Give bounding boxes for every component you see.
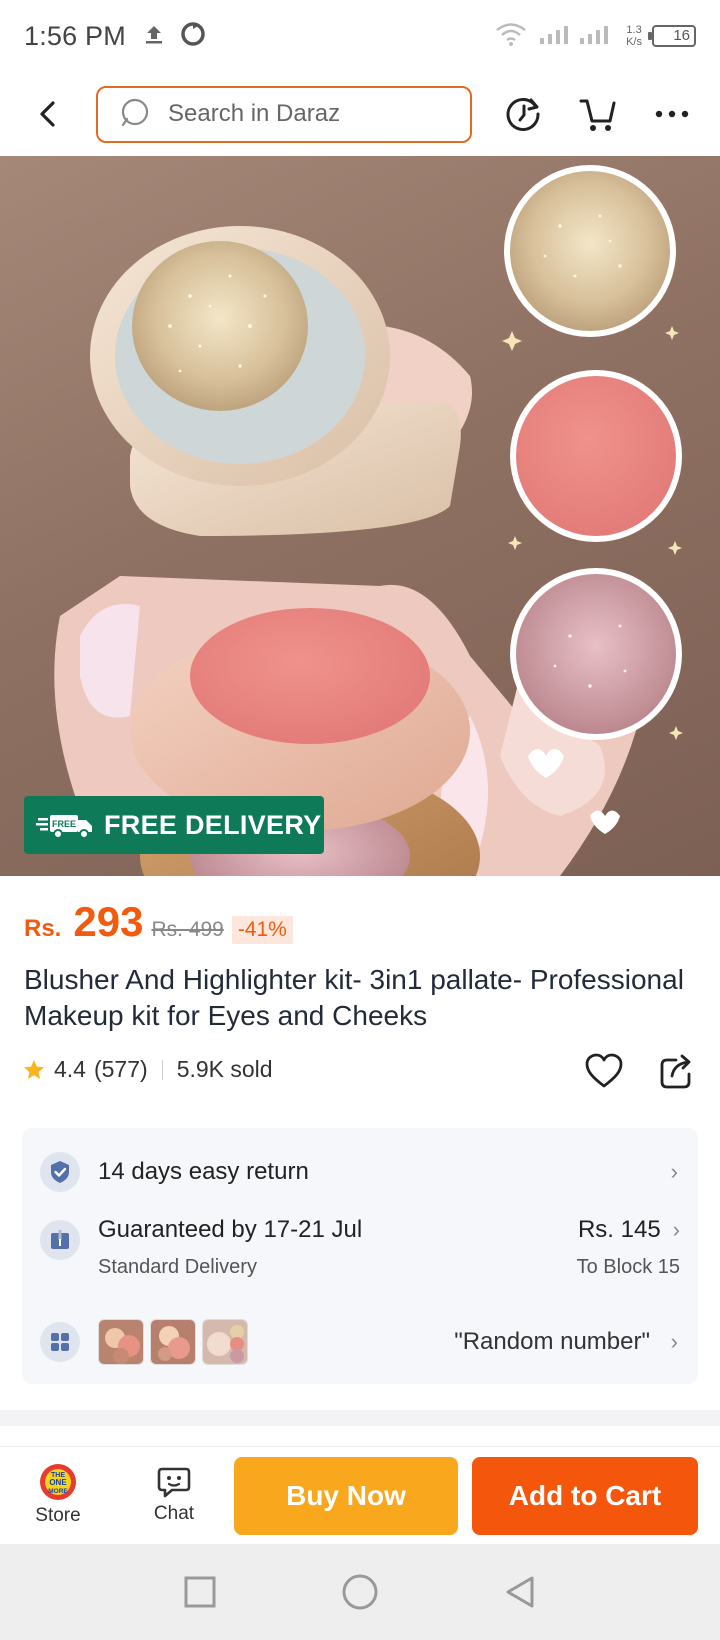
share-button[interactable]	[658, 1052, 694, 1095]
svg-text:MORE: MORE	[48, 1488, 68, 1495]
home-button[interactable]	[338, 1570, 382, 1614]
square-icon	[184, 1576, 216, 1608]
store-logo-icon: THE ONE MORE	[40, 1463, 76, 1500]
product-image[interactable]: FREE FREE DELIVERY	[0, 156, 720, 876]
discount-badge: -41%	[231, 916, 293, 944]
history-icon	[506, 98, 540, 131]
recent-apps-button[interactable]	[178, 1570, 222, 1614]
battery-icon: 16	[648, 25, 696, 47]
chat-label: Chat	[153, 1502, 195, 1524]
free-delivery-badge: FREE FREE DELIVERY	[24, 796, 324, 854]
net-speed: 1.3 K/s	[626, 24, 642, 48]
product-actions	[584, 1052, 694, 1095]
returns-text: 14 days easy return	[98, 1158, 309, 1185]
variant-thumbnail[interactable]	[202, 1319, 248, 1365]
top-nav: Search in Daraz	[0, 72, 720, 156]
search-placeholder: Search in Daraz	[168, 100, 341, 127]
variant-label: "Random number"	[454, 1328, 650, 1355]
more-dots-icon	[655, 110, 689, 118]
search-input[interactable]: Search in Daraz	[96, 85, 472, 143]
add-to-cart-button[interactable]: Add to Cart	[472, 1457, 698, 1535]
delivery-row[interactable]: Guaranteed by 17-21 Jul Standard Deliver…	[22, 1216, 698, 1310]
grid-icon	[40, 1322, 80, 1362]
variant-thumbnail[interactable]	[150, 1319, 196, 1365]
review-count: (577)	[93, 1056, 148, 1082]
signal-icon	[538, 22, 616, 51]
chevron-right-icon: ›	[670, 1159, 678, 1184]
search-icon	[121, 98, 149, 127]
delivery-guarantee: Guaranteed by 17-21 Jul	[98, 1216, 363, 1243]
rating-row[interactable]: 4.4 (577) 5.9K sold	[22, 1056, 273, 1083]
chat-icon	[157, 1467, 191, 1497]
system-back-button[interactable]	[498, 1570, 542, 1614]
svg-text:ONE: ONE	[49, 1478, 67, 1487]
rating-value: 4.4	[54, 1056, 86, 1082]
service-info-card: 14 days easy return › Guaranteed by 17-2…	[22, 1128, 698, 1384]
cart-button[interactable]	[578, 94, 618, 134]
chat-button[interactable]: Chat	[116, 1465, 232, 1525]
shield-check-icon	[40, 1152, 80, 1192]
wishlist-button[interactable]	[584, 1052, 624, 1095]
product-photo-illustration	[54, 165, 683, 876]
section-divider	[0, 1410, 720, 1426]
bottom-action-bar: THE ONE MORE Store Chat Buy Now Add to C…	[0, 1446, 720, 1542]
original-price: Rs. 499	[151, 918, 224, 941]
free-tag-text: FREE	[52, 819, 76, 829]
back-arrow-icon	[40, 101, 55, 127]
star-icon	[24, 1059, 44, 1079]
history-button[interactable]	[504, 94, 544, 134]
delivery-box-icon	[40, 1220, 80, 1260]
triangle-back-icon	[506, 1576, 534, 1608]
sync-icon	[180, 21, 206, 52]
status-time: 1:56 PM	[24, 20, 126, 51]
delivery-price: Rs. 145	[577, 1216, 661, 1243]
store-label: Store	[35, 1504, 81, 1526]
variant-thumbnail[interactable]	[98, 1319, 144, 1365]
circle-icon	[342, 1574, 378, 1610]
back-button[interactable]	[30, 94, 66, 134]
delivery-type: Standard Delivery	[98, 1256, 257, 1278]
net-speed-value: 1.3	[626, 24, 642, 36]
share-icon	[660, 1054, 691, 1089]
system-navigation-bar	[0, 1544, 720, 1640]
cart-icon	[579, 99, 616, 131]
free-delivery-text: FREE DELIVERY	[104, 809, 322, 840]
net-speed-unit: K/s	[626, 36, 642, 48]
more-button[interactable]	[652, 94, 692, 134]
store-button[interactable]: THE ONE MORE Store	[0, 1463, 116, 1527]
current-price: 293	[73, 898, 144, 945]
variant-row[interactable]: "Random number" ›	[22, 1314, 698, 1370]
product-title: Blusher And Highlighter kit- 3in1 pallat…	[24, 964, 684, 1031]
returns-row[interactable]: 14 days easy return ›	[22, 1146, 698, 1198]
price-row: Rs. 293 Rs. 499 -41%	[24, 898, 293, 946]
sold-count: 5.9K sold	[176, 1056, 273, 1082]
chevron-right-icon: ›	[670, 1329, 678, 1354]
variant-thumbnails	[98, 1319, 248, 1365]
rating-divider	[161, 1059, 163, 1080]
buy-now-button[interactable]: Buy Now	[234, 1457, 458, 1535]
delivery-truck-icon: FREE	[36, 815, 92, 839]
heart-icon	[585, 1053, 623, 1088]
price-currency: Rs.	[24, 915, 62, 942]
upload-icon	[142, 22, 166, 51]
delivery-location: To Block 15	[576, 1256, 680, 1278]
wifi-icon	[494, 21, 528, 52]
status-bar: 1:56 PM 1.3 K/s 16	[0, 0, 720, 72]
chevron-right-icon: ›	[672, 1217, 680, 1242]
